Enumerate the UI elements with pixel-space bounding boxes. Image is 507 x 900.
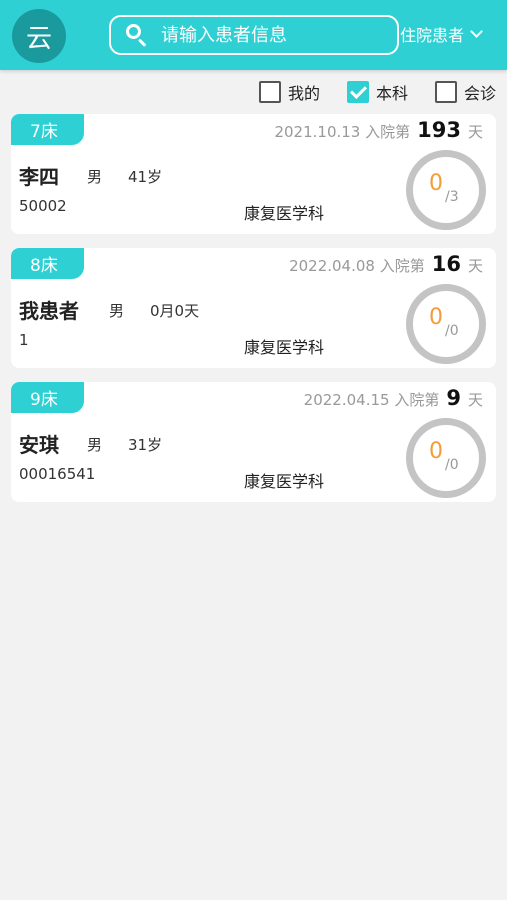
patient-department: 康复医学科 bbox=[244, 204, 325, 223]
admission-info: 2022.04.15 入院第 9 天 bbox=[304, 386, 483, 410]
bed-badge: 8床 bbox=[11, 248, 84, 279]
checkbox-mine[interactable] bbox=[259, 81, 281, 103]
checkbox-consultation[interactable] bbox=[435, 81, 457, 103]
task-progress-ring: 0 /0 bbox=[406, 418, 486, 498]
search-icon bbox=[123, 21, 151, 49]
filter-bar: 我的 本科 会诊 bbox=[0, 80, 507, 104]
filter-mine[interactable]: 我的 bbox=[259, 80, 320, 104]
admission-prefix: 入院第 bbox=[365, 123, 411, 141]
checkbox-department[interactable] bbox=[347, 81, 369, 103]
dropdown-label: 住院患者 bbox=[400, 26, 465, 45]
patient-sex: 男 bbox=[109, 302, 125, 320]
bed-badge: 9床 bbox=[11, 382, 84, 413]
admission-date: 2021.10.13 bbox=[274, 123, 361, 141]
patient-sex: 男 bbox=[87, 168, 103, 186]
patient-id: 50002 bbox=[19, 197, 67, 215]
filter-consultation[interactable]: 会诊 bbox=[435, 80, 496, 104]
task-done-count: 0 bbox=[429, 171, 443, 196]
admission-days: 16 bbox=[431, 252, 461, 276]
task-total-count: /0 bbox=[445, 457, 459, 473]
admission-suffix: 天 bbox=[467, 391, 483, 409]
bed-badge: 7床 bbox=[11, 114, 84, 145]
patient-card[interactable]: 8床 2022.04.08 入院第 16 天 我患者 男 0月0天 1 康复医学科 … bbox=[11, 248, 496, 368]
filter-department-label: 本科 bbox=[376, 84, 409, 103]
task-progress-ring: 0 /0 bbox=[406, 284, 486, 364]
patient-department: 康复医学科 bbox=[244, 472, 325, 491]
search-input[interactable] bbox=[161, 24, 381, 46]
filter-mine-label: 我的 bbox=[288, 84, 321, 103]
patient-id: 00016541 bbox=[19, 465, 96, 483]
patient-age: 41岁 bbox=[128, 168, 163, 186]
admission-days: 193 bbox=[417, 118, 461, 142]
patient-sex: 男 bbox=[87, 436, 103, 454]
filter-consultation-label: 会诊 bbox=[464, 84, 497, 103]
patient-type-dropdown[interactable]: 住院患者 bbox=[400, 22, 483, 46]
top-bar: 云 住院患者 bbox=[0, 0, 507, 70]
patient-age: 0月0天 bbox=[150, 302, 200, 320]
patient-name: 安琪 bbox=[19, 433, 59, 457]
patient-name: 我患者 bbox=[19, 299, 79, 323]
admission-info: 2022.04.08 入院第 16 天 bbox=[289, 252, 483, 276]
patient-age: 31岁 bbox=[128, 436, 163, 454]
patient-card[interactable]: 7床 2021.10.13 入院第 193 天 李四 男 41岁 50002 康复医… bbox=[11, 114, 496, 234]
admission-days: 9 bbox=[446, 386, 461, 410]
admission-suffix: 天 bbox=[467, 257, 483, 275]
app-logo[interactable]: 云 bbox=[12, 9, 66, 63]
task-total-count: /3 bbox=[445, 189, 459, 205]
admission-prefix: 入院第 bbox=[379, 257, 425, 275]
chevron-down-icon bbox=[470, 25, 483, 38]
admission-date: 2022.04.15 bbox=[303, 391, 390, 409]
patient-department: 康复医学科 bbox=[244, 338, 325, 357]
admission-info: 2021.10.13 入院第 193 天 bbox=[274, 118, 483, 142]
admission-prefix: 入院第 bbox=[394, 391, 440, 409]
task-done-count: 0 bbox=[429, 305, 443, 330]
filter-department[interactable]: 本科 bbox=[347, 80, 408, 104]
task-total-count: /0 bbox=[445, 323, 459, 339]
patient-name: 李四 bbox=[19, 165, 59, 189]
admission-suffix: 天 bbox=[467, 123, 483, 141]
search-box[interactable] bbox=[109, 15, 399, 55]
task-progress-ring: 0 /3 bbox=[406, 150, 486, 230]
patient-card[interactable]: 9床 2022.04.15 入院第 9 天 安琪 男 31岁 00016541 康复… bbox=[11, 382, 496, 502]
patient-id: 1 bbox=[19, 331, 29, 349]
admission-date: 2022.04.08 bbox=[289, 257, 375, 275]
task-done-count: 0 bbox=[429, 439, 443, 464]
